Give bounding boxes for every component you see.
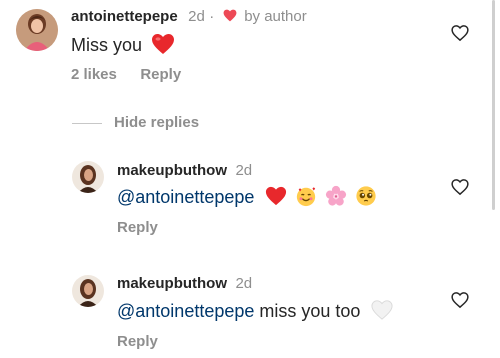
meta-separator: ·	[209, 8, 215, 25]
comment-text-row: Miss you	[71, 33, 175, 56]
reply-text-row: @antoinettepepe miss you too	[117, 299, 394, 322]
heart-outline-icon	[451, 292, 469, 309]
pleading-face-emoji	[355, 185, 377, 207]
reply-header: makeupbuthow 2d	[117, 275, 252, 293]
red-heart-emoji	[265, 185, 287, 207]
reply-button[interactable]: Reply	[117, 219, 158, 236]
comment-actions: 2 likes Reply	[71, 66, 181, 84]
avatar-makeupbuthow[interactable]	[72, 161, 104, 193]
comment-text: Miss you	[71, 35, 143, 55]
avatar-antoinettepepe[interactable]	[16, 9, 58, 51]
heart-outline-icon	[451, 179, 469, 196]
reply-time: 2d	[235, 275, 253, 292]
red-heart-icon	[223, 9, 237, 22]
reply-text-row: @antoinettepepe	[117, 185, 377, 208]
comment-time: 2d	[188, 8, 205, 25]
hide-replies-button[interactable]: Hide replies	[114, 114, 199, 131]
cherry-blossom-emoji	[325, 185, 347, 207]
reply-text: miss you too	[259, 301, 361, 321]
mention-link[interactable]: @antoinettepepe	[117, 187, 254, 207]
reply-username[interactable]: makeupbuthow	[117, 275, 227, 292]
reply-username[interactable]: makeupbuthow	[117, 162, 227, 179]
mention-link[interactable]: @antoinettepepe	[117, 301, 254, 321]
avatar-makeupbuthow[interactable]	[72, 275, 104, 307]
likes-count[interactable]: 2 likes	[71, 66, 117, 83]
like-comment-button[interactable]	[451, 24, 469, 42]
white-heart-emoji	[371, 299, 394, 321]
smiling-face-with-hearts-emoji	[295, 185, 317, 207]
reply-button[interactable]: Reply	[117, 333, 158, 350]
reply-button[interactable]: Reply	[140, 66, 181, 83]
like-reply-button[interactable]	[451, 291, 469, 309]
heart-outline-icon	[451, 25, 469, 42]
reply-header: makeupbuthow 2d	[117, 162, 252, 180]
by-author-label: by author	[244, 8, 307, 25]
scrollbar[interactable]	[492, 0, 495, 210]
comment-username[interactable]: antoinettepepe	[71, 8, 178, 25]
comment-header: antoinettepepe 2d · by author	[71, 8, 307, 26]
replies-divider	[72, 123, 102, 124]
reply-time: 2d	[235, 162, 253, 179]
red-heart-emoji	[151, 33, 175, 55]
like-reply-button[interactable]	[451, 178, 469, 196]
